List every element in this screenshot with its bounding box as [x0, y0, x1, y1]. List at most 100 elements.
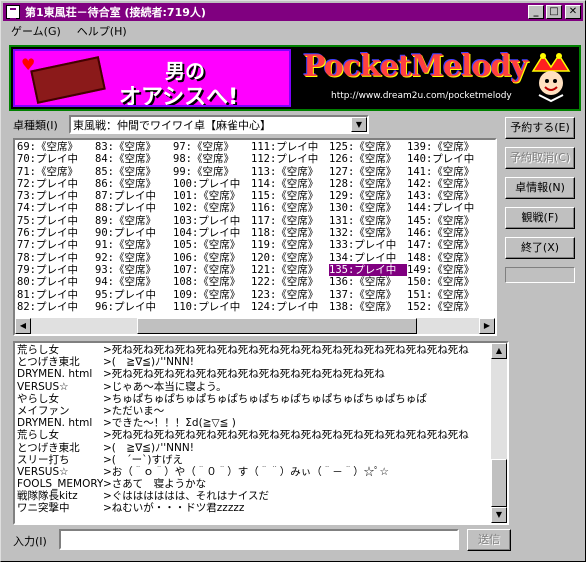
chat-input[interactable] [59, 529, 459, 550]
scroll-up-icon[interactable]: ▲ [491, 343, 507, 359]
app-icon[interactable] [6, 5, 20, 20]
close-button[interactable]: ✕ [565, 5, 581, 19]
table-cell[interactable]: 108:《空席》 [173, 276, 251, 288]
table-cell[interactable]: 144:プレイ中 [407, 202, 485, 214]
table-cell[interactable]: 80:プレイ中 [17, 276, 95, 288]
table-cell[interactable]: 110:プレイ中 [173, 301, 251, 313]
table-cell[interactable]: 114:《空席》 [251, 178, 329, 190]
minimize-button[interactable]: _ [528, 5, 544, 19]
table-cell[interactable]: 98:《空席》 [173, 153, 251, 165]
table-cell[interactable]: 90:プレイ中 [95, 227, 173, 239]
table-cell[interactable]: 117:《空席》 [251, 215, 329, 227]
table-cell[interactable]: 113:《空席》 [251, 166, 329, 178]
table-cell[interactable]: 141:《空席》 [407, 166, 485, 178]
table-cell[interactable]: 105:《空席》 [173, 239, 251, 251]
table-cell[interactable]: 128:《空席》 [329, 178, 407, 190]
exit-button[interactable]: 終了(X) [505, 237, 575, 259]
scroll-right-icon[interactable]: ▶ [479, 318, 495, 334]
table-cell[interactable]: 85:《空席》 [95, 166, 173, 178]
table-cell[interactable]: 143:《空席》 [407, 190, 485, 202]
chevron-down-icon[interactable]: ▼ [351, 117, 367, 132]
table-cell[interactable]: 77:プレイ中 [17, 239, 95, 251]
vscroll-thumb[interactable] [491, 459, 507, 507]
table-type-combo[interactable]: 東風戦：仲間でワイワイ卓【麻雀中心】 ▼ [69, 115, 369, 134]
chat-vscrollbar[interactable]: ▲ ▼ [491, 343, 507, 523]
table-cell[interactable]: 136:《空席》 [329, 276, 407, 288]
table-cell[interactable]: 107:《空席》 [173, 264, 251, 276]
table-cell[interactable]: 93:《空席》 [95, 264, 173, 276]
table-cell[interactable]: 138:《空席》 [329, 301, 407, 313]
table-cell[interactable]: 126:《空席》 [329, 153, 407, 165]
watch-button[interactable]: 観戦(F) [505, 207, 575, 229]
table-cell[interactable]: 122:《空席》 [251, 276, 329, 288]
table-cell[interactable]: 70:プレイ中 [17, 153, 95, 165]
table-cell[interactable]: 152:《空席》 [407, 301, 485, 313]
table-cell[interactable]: 147:《空席》 [407, 239, 485, 251]
table-cell[interactable]: 94:《空席》 [95, 276, 173, 288]
table-cell[interactable]: 81:プレイ中 [17, 289, 95, 301]
table-cell[interactable]: 88:プレイ中 [95, 202, 173, 214]
hscroll-thumb[interactable] [137, 318, 417, 334]
maximize-button[interactable]: □ [546, 5, 562, 19]
table-cell[interactable]: 150:《空席》 [407, 276, 485, 288]
table-cell[interactable]: 101:《空席》 [173, 190, 251, 202]
table-cell[interactable]: 89:《空席》 [95, 215, 173, 227]
table-cell[interactable]: 148:《空席》 [407, 252, 485, 264]
send-button[interactable]: 送信 [467, 529, 511, 551]
table-cell[interactable]: 97:《空席》 [173, 141, 251, 153]
table-cell[interactable]: 118:《空席》 [251, 227, 329, 239]
table-cell[interactable]: 96:プレイ中 [95, 301, 173, 313]
table-cell[interactable]: 91:《空席》 [95, 239, 173, 251]
table-cell[interactable]: 76:プレイ中 [17, 227, 95, 239]
table-info-button[interactable]: 卓情報(N) [505, 177, 575, 199]
table-cell[interactable]: 78:プレイ中 [17, 252, 95, 264]
table-cell[interactable]: 129:《空席》 [329, 190, 407, 202]
table-cell[interactable]: 72:プレイ中 [17, 178, 95, 190]
table-cell[interactable]: 134:プレイ中 [329, 252, 407, 264]
cancel-reserve-button[interactable]: 予約取消(C) [505, 147, 575, 169]
ad-banner-pocketmelody[interactable]: PocketMelody http://www.dream2u.com/pock… [297, 49, 577, 107]
table-cell[interactable]: 111:プレイ中 [251, 141, 329, 153]
table-cell[interactable]: 151:《空席》 [407, 289, 485, 301]
table-cell[interactable]: 124:プレイ中 [251, 301, 329, 313]
table-cell[interactable]: 82:プレイ中 [17, 301, 95, 313]
menu-game[interactable]: ゲーム(G) [3, 23, 69, 39]
hscroll-track[interactable] [31, 318, 479, 334]
table-cell[interactable]: 140:プレイ中 [407, 153, 485, 165]
table-cell[interactable]: 73:プレイ中 [17, 190, 95, 202]
table-cell[interactable]: 112:プレイ中 [251, 153, 329, 165]
table-cell[interactable]: 106:《空席》 [173, 252, 251, 264]
table-cell[interactable]: 120:《空席》 [251, 252, 329, 264]
table-cell[interactable]: 137:《空席》 [329, 289, 407, 301]
table-grid-hscrollbar[interactable]: ◀ ▶ [15, 318, 495, 334]
table-cell[interactable]: 119:《空席》 [251, 239, 329, 251]
table-cell[interactable]: 109:《空席》 [173, 289, 251, 301]
title-bar[interactable]: 第1東風荘－待合室 (接続者:719人) _ □ ✕ [3, 3, 583, 21]
table-cell[interactable]: 149:《空席》 [407, 264, 485, 276]
table-cell[interactable]: 103:プレイ中 [173, 215, 251, 227]
chat-log[interactable]: 荒らし女 >死ね死ね死ね死ね死ね死ね死ね死ね死ね死ね死ね死ね死ね死ね死ね死ね死ねと… [13, 341, 509, 525]
table-cell[interactable]: 92:《空席》 [95, 252, 173, 264]
table-cell[interactable]: 87:プレイ中 [95, 190, 173, 202]
table-cell[interactable]: 86:《空席》 [95, 178, 173, 190]
table-cell[interactable]: 99:《空席》 [173, 166, 251, 178]
table-cell[interactable]: 69:《空席》 [17, 141, 95, 153]
table-cell[interactable]: 146:《空席》 [407, 227, 485, 239]
table-cell[interactable]: 104:プレイ中 [173, 227, 251, 239]
table-cell[interactable]: 84:《空席》 [95, 153, 173, 165]
ad-banner-oasis[interactable]: ♥ 男の オアシスへ! [13, 49, 291, 107]
table-cell[interactable]: 75:プレイ中 [17, 215, 95, 227]
scroll-left-icon[interactable]: ◀ [15, 318, 31, 334]
table-grid[interactable]: 69:《空席》 83:《空席》 97:《空席》 111:プレイ中 125:《空席》 139… [13, 138, 497, 336]
table-cell[interactable]: 125:《空席》 [329, 141, 407, 153]
table-cell[interactable]: 123:《空席》 [251, 289, 329, 301]
scroll-down-icon[interactable]: ▼ [491, 507, 507, 523]
table-cell[interactable]: 127:《空席》 [329, 166, 407, 178]
menu-help[interactable]: ヘルプ(H) [69, 23, 135, 39]
table-cell[interactable]: 100:プレイ中 [173, 178, 251, 190]
table-cell[interactable]: 135:プレイ中 [329, 263, 407, 277]
table-cell[interactable]: 133:プレイ中 [329, 239, 407, 251]
table-cell[interactable]: 95:プレイ中 [95, 289, 173, 301]
reserve-button[interactable]: 予約する(E) [505, 117, 575, 139]
table-cell[interactable]: 116:《空席》 [251, 202, 329, 214]
